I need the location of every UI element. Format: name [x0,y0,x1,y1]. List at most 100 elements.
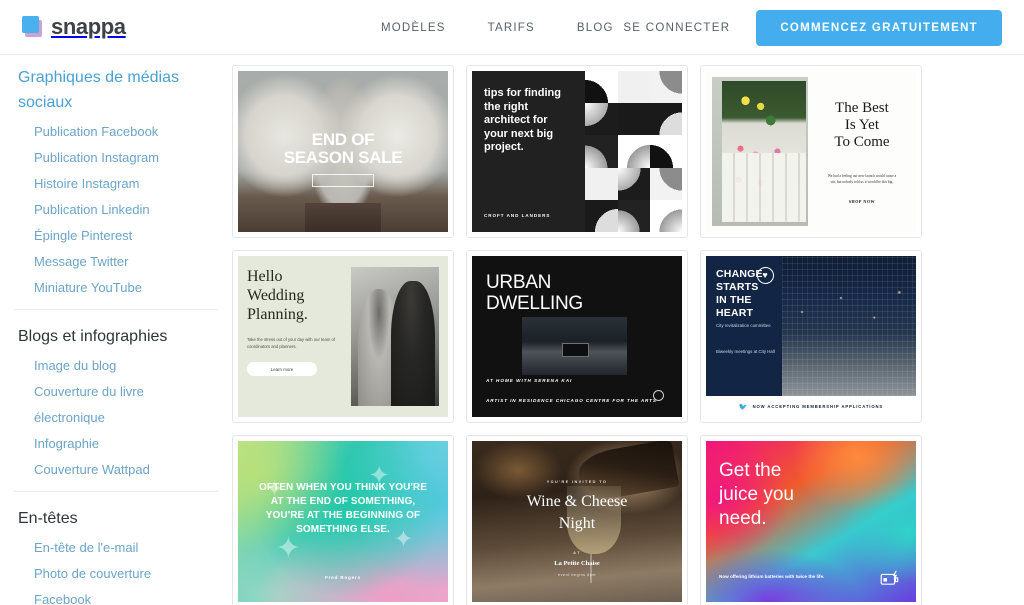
sidebar-item-email-header[interactable]: En-tête de l'e-mail [14,535,218,561]
template-thumbnail: END OF SEASON SALE [238,71,448,232]
sidebar-item-linkedin-post[interactable]: Publication Linkedin [14,197,218,223]
headline-line-1: Wine & Cheese [526,492,628,510]
sidebar-item-instagram-post[interactable]: Publication Instagram [14,145,218,171]
body-text: Take the stress out of your day with our… [247,337,335,349]
sidebar-heading-blogs[interactable]: Blogs et infographies [14,324,218,349]
template-card-get-the-juice-you-need[interactable]: Get the juice you need. Now offering lit… [700,435,922,605]
sidebar-item-facebook[interactable]: Facebook [14,587,218,605]
template-card-architect-tips[interactable]: tips for finding the right architect for… [466,65,688,238]
quote-author: Fred Rogers [325,575,361,580]
sidebar-section-headers: En-têtes En-tête de l'e-mail Photo de co… [14,491,218,605]
headline-line-2: Wedding [247,287,305,304]
quote-text: OFTEN WHEN YOU THINK YOU'RE AT THE END O… [258,482,428,536]
paragraph-two: Biweekly meetings at City Hall [716,349,775,354]
caption-primary: AT HOME WITH SERENA KAI [486,378,573,383]
logo[interactable]: snappa [22,14,126,40]
template-headline: Wine & Cheese Night [485,491,670,535]
template-thumbnail: Get the juice you need. Now offering lit… [706,441,916,602]
mannequin-stand [305,203,381,232]
template-grid: END OF SEASON SALE tips for finding the … [232,55,1024,605]
template-thumbnail: YOU'RE INVITED TO Wine & Cheese Night AT… [472,441,682,602]
sidebar-item-twitter-post[interactable]: Message Twitter [14,249,218,275]
template-thumbnail: ✦ ✦ ✦ ✦ OFTEN WHEN YOU THINK YOU'RE AT T… [238,441,448,602]
signature-text: SHOP NOW [848,198,876,204]
bird-icon: 🐦 [738,403,748,411]
template-card-fred-rogers-quote[interactable]: ✦ ✦ ✦ ✦ OFTEN WHEN YOU THINK YOU'RE AT T… [232,435,454,605]
nav-item-modeles[interactable]: MODÈLES [360,22,467,34]
glass-stem [589,553,592,583]
circle-accent-icon [653,390,664,401]
couple-photo [350,267,439,406]
city-skyline-photo [777,256,916,397]
learn-more-button[interactable]: Learn more [247,362,317,376]
headline-line-2: Night [558,514,596,532]
template-card-wine-and-cheese-night[interactable]: YOU'RE INVITED TO Wine & Cheese Night AT… [466,435,688,605]
header-actions: SE CONNECTER COMMENCEZ GRATUITEMENT [597,0,1002,55]
template-headline: Hello Wedding Planning. [247,267,343,324]
interior-photo [522,317,628,376]
footer-text: NOW ACCEPTING MEMBERSHIP APPLICATIONS [752,404,884,410]
site-header: snappa MODÈLES TARIFS BLOG SE CONNECTER … [0,0,1024,55]
template-headline: The Best Is Yet To Come [834,100,889,151]
headline-line-3: IN THE HEART [716,294,754,319]
venue-name: La Petite Chaise [554,560,600,568]
flower-shop-photo [712,77,808,226]
template-thumbnail: tips for finding the right architect for… [472,71,682,232]
template-headline: END OF SEASON SALE [238,129,448,167]
headline-line-3: Planning. [247,306,308,323]
logo-text: snappa [51,14,126,39]
sidebar-item-wattpad-cover[interactable]: Couverture Wattpad [14,457,218,483]
headline-line-2: Is Yet [844,116,880,133]
sidebar-section-blogs: Blogs et infographies Image du blog Couv… [14,309,218,491]
template-headline: URBAN DWELLING [486,272,583,314]
sidebar-item-ebook[interactable]: électronique [14,405,218,431]
start-free-button[interactable]: COMMENCEZ GRATUITEMENT [756,9,1002,46]
sidebar-item-pinterest-pin[interactable]: Épingle Pinterest [14,223,218,249]
headline-line-1: Get the [719,460,782,481]
template-headline: tips for finding the right architect for… [484,87,561,153]
nav-item-tarifs[interactable]: TARIFS [467,22,556,34]
heart-icon: ♥ [756,267,774,284]
sidebar-item-youtube-thumbnail[interactable]: Miniature YouTube [14,275,218,301]
body-text: We had a feeling our new launch would ca… [827,173,897,184]
snappa-logo-icon [22,15,44,39]
headline-line-1: CHANGE [716,268,763,280]
template-card-end-of-season-sale[interactable]: END OF SEASON SALE [232,65,454,238]
brand-label: CROFT AND LANDERS [484,213,551,218]
sidebar-heading-social[interactable]: Graphiques de médias sociaux [14,65,218,115]
template-thumbnail: The Best Is Yet To Come We had a feeling… [706,71,916,232]
headline-line-3: need. [719,508,767,529]
footer-bar: 🐦 NOW ACCEPTING MEMBERSHIP APPLICATIONS [706,396,916,417]
sign-in-link[interactable]: SE CONNECTER [597,22,756,34]
text-panel: tips for finding the right architect for… [472,71,586,232]
template-thumbnail: URBAN DWELLING AT HOME WITH SERENA KAI A… [472,256,682,417]
headline-line-1: URBAN [486,272,552,293]
page-body: Graphiques de médias sociaux Publication… [0,55,1024,605]
text-panel: CHANGE STARTS IN THE HEART ♥ City revita… [706,256,782,397]
sidebar-item-infographic[interactable]: Infographie [14,431,218,457]
template-card-hello-wedding-planning[interactable]: Hello Wedding Planning. Take the stress … [232,250,454,423]
sidebar-item-instagram-story[interactable]: Histoire Instagram [14,171,218,197]
template-card-urban-dwelling[interactable]: URBAN DWELLING AT HOME WITH SERENA KAI A… [466,250,688,423]
sidebar-item-facebook-post[interactable]: Publication Facebook [14,119,218,145]
sidebar-section-social: Graphiques de médias sociaux Publication… [14,65,218,309]
sidebar-item-cover-photo[interactable]: Photo de couverture [14,561,218,587]
sidebar-item-book-cover[interactable]: Couverture du livre [14,379,218,405]
paragraph-one: City revitalization committee [716,323,771,328]
template-thumbnail: Hello Wedding Planning. Take the stress … [238,256,448,417]
quarter-circle-pattern [585,71,682,232]
headline-line-2: juice you [719,484,794,505]
template-card-best-is-yet-to-come[interactable]: The Best Is Yet To Come We had a feeling… [700,65,922,238]
headline-line-1: END OF [311,129,375,149]
main-nav: MODÈLES TARIFS BLOG [360,0,635,55]
template-headline: Get the juice you need. [719,459,866,531]
cta-outline-shape [312,174,374,188]
caption-secondary: ARTIST IN RESIDENCE CHICAGO CENTRE FOR T… [486,398,657,403]
sidebar-heading-headers[interactable]: En-têtes [14,506,218,531]
text-panel: Hello Wedding Planning. Take the stress … [247,267,343,406]
template-card-change-starts-in-the-heart[interactable]: CHANGE STARTS IN THE HEART ♥ City revita… [700,250,922,423]
headline-line-2: SEASON SALE [283,147,403,167]
sub-text: Now offering lithium batteries with twic… [719,573,825,579]
sidebar-item-blog-image[interactable]: Image du blog [14,353,218,379]
headline-line-2: DWELLING [486,293,583,314]
